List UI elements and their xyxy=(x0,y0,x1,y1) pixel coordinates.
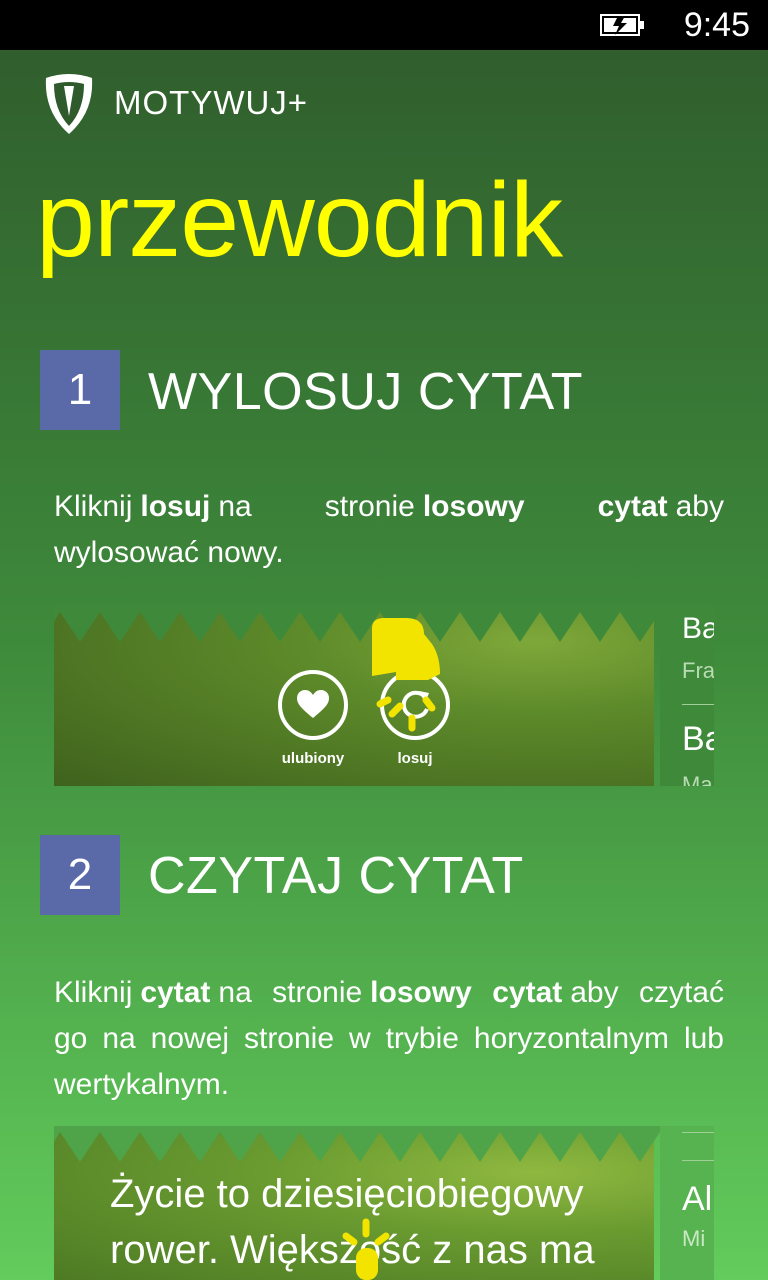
favorite-button-label: ulubiony xyxy=(281,750,345,767)
step-number-badge: 2 xyxy=(40,835,120,915)
tap-hand-icon xyxy=(342,1218,390,1280)
side-item: Ba xyxy=(682,612,714,645)
side-item: Ba xyxy=(682,720,714,758)
screenshot-random-quote: Ba Fra Ba Ma ulubiony losuj xyxy=(54,606,714,786)
side-item: Al xyxy=(682,1180,713,1218)
favorite-button xyxy=(278,670,348,740)
side-item: Ma xyxy=(682,772,713,786)
side-item: Mi xyxy=(682,1226,706,1251)
step-title: WYLOSUJ CYTAT xyxy=(148,363,584,421)
app-title: MOTYWUJ+ xyxy=(114,84,309,121)
step-description: Kliknij cytat na stronie losowy cytat aby cz… xyxy=(54,976,724,1101)
clock: 9:45 xyxy=(683,6,750,44)
heart-icon xyxy=(297,690,329,718)
status-bar: 9:45 xyxy=(0,0,768,50)
shield-logo-icon xyxy=(45,74,93,134)
page-title: przewodnik xyxy=(36,161,563,279)
tap-hand-icon xyxy=(372,618,440,732)
step-number-badge: 1 xyxy=(40,350,120,430)
step-description: Kliknij losuj na stronie losowy cytat aby wy… xyxy=(54,490,724,569)
side-item: Fra xyxy=(682,658,714,683)
random-button-label: losuj xyxy=(397,750,433,767)
step-title: CZYTAJ CYTAT xyxy=(148,847,524,905)
screenshot-quote-view: Al Mi Życie to dziesięciobiegowy rower. … xyxy=(54,1126,714,1280)
battery-charging-icon xyxy=(600,14,644,36)
